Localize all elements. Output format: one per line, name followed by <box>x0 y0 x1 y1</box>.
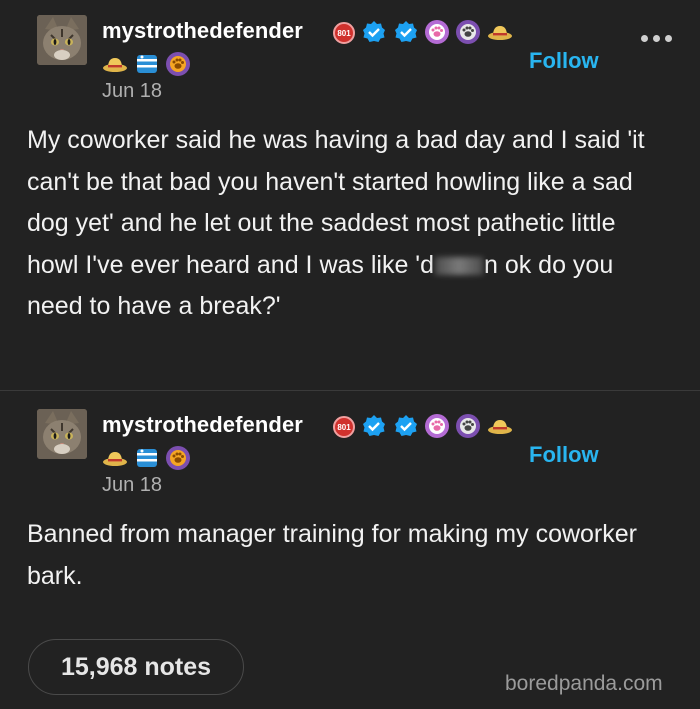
follow-button[interactable]: Follow <box>529 48 599 74</box>
post-date[interactable]: Jun 18 <box>102 474 162 497</box>
post-body-text: Banned from manager training for making … <box>27 520 637 590</box>
straw-hat-icon[interactable] <box>487 22 513 42</box>
watermark: boredpanda.com <box>505 672 663 695</box>
pink-paw-icon[interactable] <box>425 20 449 44</box>
badge-801-text: 801 <box>337 422 351 432</box>
verified-check-icon[interactable] <box>362 414 386 438</box>
more-options-icon[interactable] <box>641 35 672 42</box>
censored-blur <box>434 256 483 275</box>
verified-check-icon[interactable] <box>394 414 418 438</box>
follow-button[interactable]: Follow <box>529 442 599 468</box>
badge-801-text: 801 <box>337 28 351 38</box>
purple-paw-icon[interactable] <box>456 414 480 438</box>
post-date[interactable]: Jun 18 <box>102 80 162 103</box>
orange-paw-icon[interactable] <box>166 446 190 470</box>
badge-801-icon[interactable]: 801 <box>333 416 355 438</box>
straw-hat-icon[interactable] <box>487 416 513 436</box>
striped-fish-icon[interactable] <box>134 52 160 76</box>
orange-paw-icon[interactable] <box>166 52 190 76</box>
badge-801-icon[interactable]: 801 <box>333 22 355 44</box>
post-1: mystrothedefender 801 Jun 18 Follow My c… <box>0 0 700 390</box>
post-body-text: My coworker said he was having a bad day… <box>27 120 660 328</box>
cat-avatar-image <box>37 409 87 459</box>
cat-avatar-image <box>37 15 87 65</box>
verified-check-icon[interactable] <box>394 20 418 44</box>
verified-check-icon[interactable] <box>362 20 386 44</box>
striped-fish-icon[interactable] <box>134 446 160 470</box>
pink-paw-icon[interactable] <box>425 414 449 438</box>
notes-count-button[interactable]: 15,968 notes <box>28 639 244 695</box>
avatar[interactable] <box>37 409 87 459</box>
straw-hat-icon[interactable] <box>102 448 128 468</box>
avatar[interactable] <box>37 15 87 65</box>
username[interactable]: mystrothedefender <box>102 412 303 438</box>
purple-paw-icon[interactable] <box>456 20 480 44</box>
straw-hat-icon[interactable] <box>102 54 128 74</box>
username[interactable]: mystrothedefender <box>102 18 303 44</box>
